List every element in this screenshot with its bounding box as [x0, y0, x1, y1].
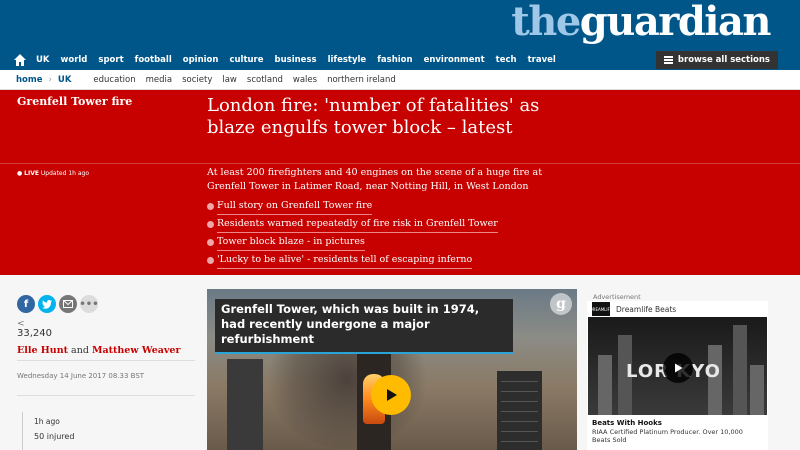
subnav-item-scotland[interactable]: scotland: [247, 75, 283, 85]
nav-item-football[interactable]: football: [135, 55, 172, 65]
bullet-icon: [207, 202, 214, 210]
nav-item-fashion[interactable]: fashion: [377, 55, 412, 65]
author-link[interactable]: Elle Hunt: [17, 345, 68, 356]
nav-item-sport[interactable]: sport: [98, 55, 123, 65]
guardian-roundel-icon: g: [550, 293, 572, 315]
list-item[interactable]: Tower block blaze - in pictures: [207, 233, 567, 251]
main-nav: UK world sport football opinion culture …: [0, 50, 800, 70]
nav-item-culture[interactable]: culture: [229, 55, 263, 65]
dateline: Wednesday 14 June 2017 08.33 BST: [17, 372, 145, 380]
main-video[interactable]: Grenfell Tower, which was built in 1974,…: [207, 289, 577, 450]
video-caption: Grenfell Tower, which was built in 1974,…: [215, 299, 513, 354]
menu-icon: [663, 55, 673, 66]
share-count: 33,240: [17, 328, 52, 339]
list-item[interactable]: 'Lucky to be alive' - residents tell of …: [207, 251, 567, 269]
ad-channel-name[interactable]: Dreamlife Beats: [616, 305, 676, 314]
browse-all-sections-button[interactable]: browse all sections: [655, 51, 778, 69]
divider: [17, 395, 195, 396]
nav-item-environment[interactable]: environment: [424, 55, 485, 65]
nav-item-tech[interactable]: tech: [496, 55, 517, 65]
subnav-item-law[interactable]: law: [222, 75, 237, 85]
related-links: Full story on Grenfell Tower fire Reside…: [207, 197, 567, 269]
play-icon: [387, 389, 397, 401]
subnav-item-society[interactable]: society: [182, 75, 212, 85]
advertisement-label: Advertisement: [593, 293, 641, 301]
timeline-time[interactable]: 1h ago: [34, 417, 60, 426]
play-button[interactable]: [371, 375, 411, 415]
play-button[interactable]: [663, 353, 693, 383]
share-buttons: f •••: [17, 295, 101, 313]
author-link[interactable]: Matthew Weaver: [92, 345, 181, 356]
nav-item-opinion[interactable]: opinion: [183, 55, 219, 65]
subnav-item-wales[interactable]: wales: [293, 75, 317, 85]
subnav-item-northern-ireland[interactable]: northern ireland: [327, 75, 396, 85]
more-icon[interactable]: •••: [79, 295, 99, 313]
chevron-right-icon: ›: [48, 75, 52, 85]
nav-item-uk[interactable]: UK: [36, 55, 50, 65]
timeline-line: [22, 412, 23, 450]
byline: Elle Hunt and Matthew Weaver: [17, 345, 181, 356]
play-icon: [675, 363, 683, 373]
subnav-item-education[interactable]: education: [93, 75, 135, 85]
avatar: DREAMLIFE: [590, 302, 612, 316]
twitter-icon[interactable]: [38, 295, 56, 313]
advertisement[interactable]: DREAMLIFE Dreamlife Beats LOR KYO Beats …: [587, 301, 768, 450]
standfirst: At least 200 firefighters and 40 engines…: [207, 167, 543, 192]
list-item[interactable]: Full story on Grenfell Tower fire: [207, 197, 567, 215]
ad-description: RIAA Certified Platinum Producer. Over 1…: [592, 428, 743, 444]
bullet-icon: [207, 238, 214, 246]
home-icon[interactable]: [12, 52, 28, 68]
sub-nav: home › UK education media society law sc…: [0, 70, 800, 90]
timeline-entry[interactable]: 50 injured: [34, 432, 74, 441]
nav-item-world[interactable]: world: [61, 55, 88, 65]
list-item[interactable]: Residents warned repeatedly of fire risk…: [207, 215, 567, 233]
ad-video[interactable]: LOR KYO: [588, 317, 767, 415]
facebook-icon[interactable]: f: [17, 295, 35, 313]
series-label[interactable]: Grenfell Tower fire: [17, 95, 132, 108]
bullet-icon: [207, 220, 214, 228]
subnav-item-media[interactable]: media: [146, 75, 172, 85]
bullet-icon: [207, 256, 214, 264]
page-title: London fire: 'number of fatalities' as b…: [207, 95, 540, 138]
breadcrumb-home[interactable]: home: [16, 75, 43, 85]
email-icon[interactable]: [59, 295, 77, 313]
guardian-logo[interactable]: theguardian: [511, 0, 771, 46]
divider: [17, 360, 195, 361]
live-badge: ● LIVE Updated 1h ago: [17, 170, 90, 177]
nav-item-travel[interactable]: travel: [528, 55, 556, 65]
masthead: theguardian: [0, 0, 800, 50]
ad-title[interactable]: Beats With Hooks: [592, 419, 662, 427]
breadcrumb-uk[interactable]: UK: [58, 75, 72, 85]
nav-item-lifestyle[interactable]: lifestyle: [328, 55, 367, 65]
nav-item-business[interactable]: business: [275, 55, 317, 65]
